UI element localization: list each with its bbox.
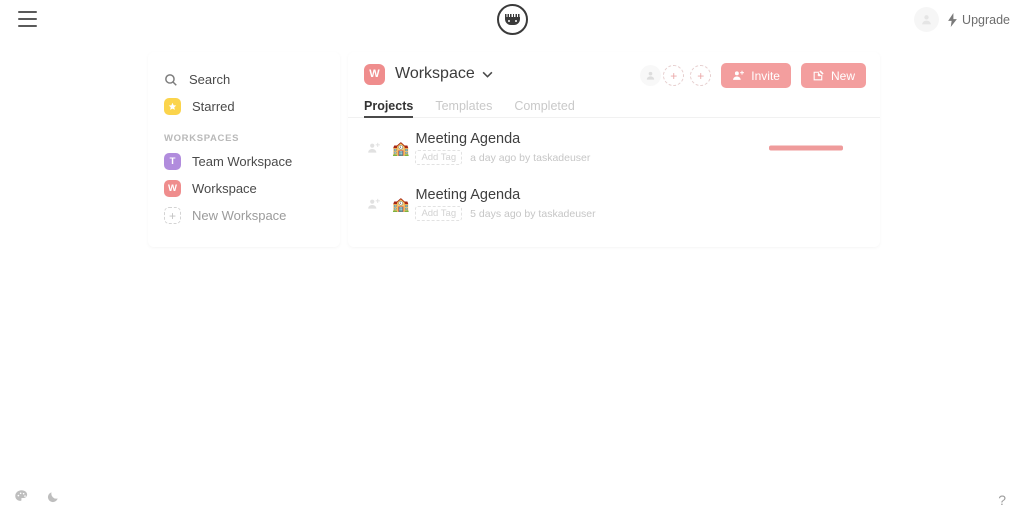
sidebar-starred-label: Starred xyxy=(192,99,235,114)
person-plus-icon xyxy=(733,70,745,80)
add-member-button-2[interactable]: + xyxy=(690,65,712,86)
taskade-logo-icon[interactable] xyxy=(497,4,528,35)
sidebar-item-new-workspace[interactable]: + New Workspace xyxy=(148,202,340,229)
logo-glyph xyxy=(505,13,520,26)
add-tag-chip[interactable]: Add Tag xyxy=(415,150,463,165)
help-button[interactable]: ? xyxy=(998,492,1006,508)
top-bar: Upgrade xyxy=(0,0,1024,40)
upgrade-button[interactable]: Upgrade xyxy=(948,12,1010,27)
plus-icon: + xyxy=(164,207,181,224)
invite-label: Invite xyxy=(751,68,780,83)
top-bar-right: Upgrade xyxy=(914,7,1010,32)
table-row[interactable]: 🏫 Meeting Agenda Add Tag a day ago by ta… xyxy=(348,120,880,176)
sidebar-new-workspace-label: New Workspace xyxy=(192,208,287,223)
sidebar-workspace-label: Workspace xyxy=(192,181,257,196)
add-tag-chip[interactable]: Add Tag xyxy=(415,206,463,221)
table-row[interactable]: 🏫 Meeting Agenda Add Tag 5 days ago by t… xyxy=(348,176,880,232)
project-meta-text: 5 days ago by taskadeuser xyxy=(470,207,596,220)
new-button[interactable]: New xyxy=(800,63,866,88)
moon-icon[interactable] xyxy=(46,490,60,509)
row-content: Meeting Agenda Add Tag 5 days ago by tas… xyxy=(415,187,596,221)
workspace-avatar: W xyxy=(164,180,181,197)
project-emoji-icon: 🏫 xyxy=(392,196,410,212)
sidebar-team-workspace-label: Team Workspace xyxy=(192,154,293,169)
sidebar-list: Search Starred WORKSPACES T Team Workspa… xyxy=(148,52,340,229)
chevron-down-icon[interactable] xyxy=(482,71,493,78)
main-panel: W Workspace + + Invite New Projects Temp… xyxy=(348,52,880,247)
search-icon xyxy=(165,73,177,86)
add-member-button-1[interactable]: + xyxy=(663,65,685,86)
new-label: New xyxy=(830,68,855,83)
project-emoji-icon: 🏫 xyxy=(392,140,410,156)
team-workspace-avatar: T xyxy=(164,153,181,170)
user-avatar-icon[interactable] xyxy=(914,7,940,32)
app-root: Upgrade Search Starred WORKSPACES T Team… xyxy=(0,0,1024,515)
tab-bar: Projects Templates Completed xyxy=(348,96,880,118)
row-content: Meeting Agenda Add Tag a day ago by task… xyxy=(415,131,590,165)
workspace-header: W Workspace + + Invite New xyxy=(348,52,880,96)
upgrade-label: Upgrade xyxy=(962,12,1010,27)
tab-templates[interactable]: Templates xyxy=(435,99,492,117)
sidebar-search-label: Search xyxy=(189,72,231,87)
sidebar-panel: Search Starred WORKSPACES T Team Workspa… xyxy=(148,52,340,247)
member-avatar[interactable] xyxy=(640,65,662,86)
project-title: Meeting Agenda xyxy=(415,131,521,147)
tab-projects[interactable]: Projects xyxy=(364,99,414,118)
edit-square-icon xyxy=(813,70,824,81)
header-actions: + + Invite New xyxy=(640,63,866,88)
tab-completed[interactable]: Completed xyxy=(514,99,574,117)
sidebar-item-search[interactable]: Search xyxy=(148,66,340,93)
sidebar-item-workspace[interactable]: W Workspace xyxy=(148,175,340,202)
person-plus-icon[interactable] xyxy=(364,141,384,155)
sidebar-item-team-workspace[interactable]: T Team Workspace xyxy=(148,148,340,175)
person-plus-icon[interactable] xyxy=(364,197,384,211)
hamburger-icon[interactable] xyxy=(18,11,37,27)
row-meta: Add Tag a day ago by taskadeuser xyxy=(415,150,590,165)
project-title: Meeting Agenda xyxy=(415,187,521,203)
invite-button[interactable]: Invite xyxy=(721,63,791,88)
workspace-header-avatar: W xyxy=(364,63,385,85)
sidebar-section-workspaces: WORKSPACES xyxy=(164,133,240,144)
row-meta: Add Tag 5 days ago by taskadeuser xyxy=(415,206,596,221)
page-title: Workspace xyxy=(395,65,475,82)
palette-icon[interactable] xyxy=(14,489,29,509)
row-progress-bar xyxy=(769,145,843,151)
project-list: 🏫 Meeting Agenda Add Tag a day ago by ta… xyxy=(348,118,880,232)
footer-left xyxy=(14,489,60,509)
lightning-bolt-icon xyxy=(948,12,957,27)
sidebar-item-starred[interactable]: Starred xyxy=(148,93,340,120)
star-icon xyxy=(164,98,181,115)
project-meta-text: a day ago by taskadeuser xyxy=(470,151,591,164)
